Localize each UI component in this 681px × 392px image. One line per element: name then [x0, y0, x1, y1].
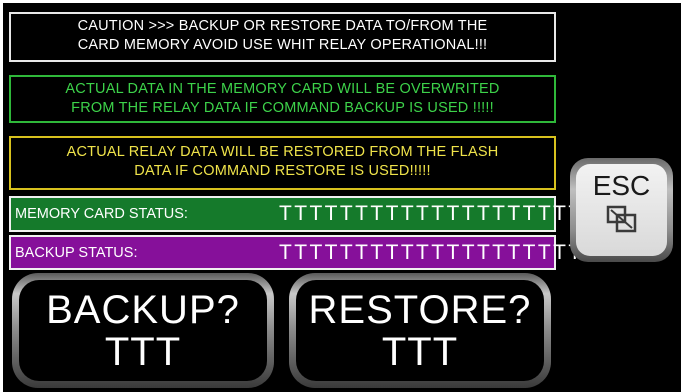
esc-button-label: ESC	[592, 170, 651, 201]
backup-button-face: BACKUP? TTT	[19, 280, 267, 381]
backup-button-value: TTT	[104, 329, 182, 374]
window-restore-icon	[606, 205, 636, 233]
restore-button-face: RESTORE? TTT	[296, 280, 544, 381]
caution-line-1: CAUTION >>> BACKUP OR RESTORE DATA TO/FR…	[77, 18, 488, 34]
memory-card-status-bar: MEMORY CARD STATUS: TTTTTTTTTTTTTTTTTTTT…	[9, 196, 596, 232]
backup-status-bar: BACKUP STATUS: TTTTTTTTTTTTTTTTTTTTT	[9, 235, 596, 270]
memory-card-status-label: MEMORY CARD STATUS:	[15, 206, 188, 222]
memory-card-status-value: TTTTTTTTTTTTTTTTTTTTT	[279, 202, 599, 225]
backup-warning-line-2: FROM THE RELAY DATA IF COMMAND BACKUP IS…	[71, 100, 494, 116]
esc-button[interactable]: ESC	[570, 158, 673, 262]
backup-warning-message: ACTUAL DATA IN THE MEMORY CARD WILL BE O…	[9, 75, 556, 123]
backup-status-value: TTTTTTTTTTTTTTTTTTTTT	[279, 240, 599, 264]
restore-warning-line-1: ACTUAL RELAY DATA WILL BE RESTORED FROM …	[66, 144, 499, 160]
backup-warning-line-1: ACTUAL DATA IN THE MEMORY CARD WILL BE O…	[65, 81, 500, 97]
backup-button[interactable]: BACKUP? TTT	[12, 273, 274, 388]
restore-warning-message: ACTUAL RELAY DATA WILL BE RESTORED FROM …	[9, 136, 556, 190]
esc-button-face: ESC	[576, 164, 667, 256]
backup-button-label: BACKUP?	[46, 287, 240, 332]
restore-warning-line-2: DATA IF COMMAND RESTORE IS USED!!!!!	[134, 163, 431, 179]
backup-status-label: BACKUP STATUS:	[15, 244, 138, 261]
caution-line-2: CARD MEMORY AVOID USE WHIT RELAY OPERATI…	[77, 37, 488, 53]
relay-screen: CAUTION >>> BACKUP OR RESTORE DATA TO/FR…	[3, 3, 681, 392]
restore-button-value: TTT	[381, 329, 459, 374]
restore-button[interactable]: RESTORE? TTT	[289, 273, 551, 388]
caution-message: CAUTION >>> BACKUP OR RESTORE DATA TO/FR…	[9, 12, 556, 62]
restore-button-label: RESTORE?	[308, 287, 532, 332]
